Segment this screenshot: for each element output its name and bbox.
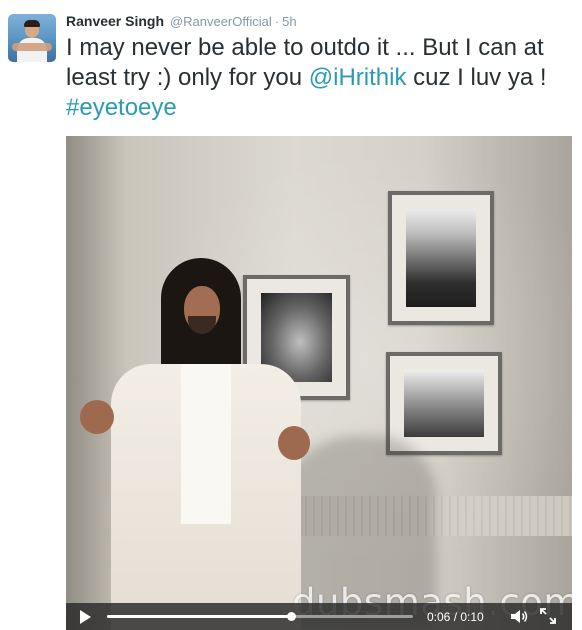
author-name[interactable]: Ranveer Singh <box>66 13 164 29</box>
separator: · <box>274 14 280 29</box>
tweet-text-part: cuz I luv ya ! <box>406 64 547 91</box>
person-figure <box>66 136 572 630</box>
person-shirt <box>181 364 231 524</box>
mention-link[interactable]: @iHrithik <box>309 64 407 91</box>
hashtag-link[interactable]: #eyetoeye <box>66 94 177 121</box>
tweet-text: I may never be able to outdo it ... But … <box>66 33 571 123</box>
progress-bar[interactable] <box>107 612 413 621</box>
progress-fill <box>107 615 291 618</box>
volume-icon[interactable] <box>510 609 528 624</box>
time-readout: 0:06 / 0:10 <box>427 610 484 624</box>
avatar-hair <box>24 20 40 27</box>
fullscreen-icon[interactable] <box>540 608 556 624</box>
progress-handle[interactable] <box>286 612 296 621</box>
video-player[interactable]: dubsmash.com 0:06 / 0:10 <box>66 136 572 630</box>
avatar-arm <box>12 43 52 51</box>
video-controls: 0:06 / 0:10 <box>66 603 572 630</box>
tweet-header: Ranveer Singh @RanveerOfficial · 5h <box>66 13 297 31</box>
play-icon[interactable] <box>80 610 91 624</box>
tweet: Ranveer Singh @RanveerOfficial · 5h I may … <box>0 0 582 630</box>
person-hand <box>278 426 310 460</box>
tweet-time[interactable]: 5h <box>282 14 296 29</box>
author-handle[interactable]: @RanveerOfficial <box>170 14 272 29</box>
profile-avatar[interactable] <box>8 14 56 62</box>
person-hand <box>80 400 114 434</box>
